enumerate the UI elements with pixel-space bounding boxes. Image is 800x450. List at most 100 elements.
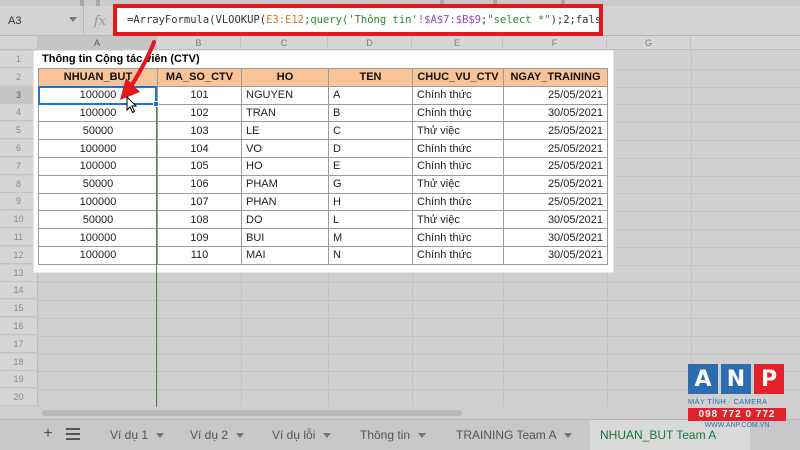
table-cell[interactable]: 107	[157, 192, 242, 212]
row-header[interactable]: 4	[0, 104, 38, 122]
table-cell[interactable]: 25/05/2021	[503, 139, 608, 158]
table-cell[interactable]: Thử việc	[412, 121, 504, 141]
row-header[interactable]: 3	[0, 86, 38, 104]
column-header-c[interactable]: C	[241, 36, 328, 50]
row-header[interactable]: 12	[0, 246, 38, 264]
table-cell[interactable]: 25/05/2021	[503, 121, 608, 141]
row-header[interactable]: 16	[0, 318, 38, 335]
column-header-g[interactable]: G	[607, 36, 691, 50]
header-cell[interactable]: TEN	[328, 68, 413, 87]
table-cell[interactable]: NGUYEN	[241, 85, 329, 105]
table-cell[interactable]: Chính thức	[412, 156, 504, 176]
row-header[interactable]: 9	[0, 193, 38, 211]
table-cell[interactable]: 25/05/2021	[503, 192, 608, 212]
chevron-down-icon[interactable]	[323, 432, 332, 438]
row-header[interactable]: 20	[0, 389, 38, 407]
row-header[interactable]: 13	[0, 264, 38, 282]
table-cell[interactable]: A	[328, 85, 413, 105]
table-cell[interactable]: 100000	[38, 156, 158, 176]
scrollbar-thumb[interactable]	[42, 410, 462, 416]
table-cell[interactable]: 100000	[38, 228, 158, 247]
table-cell[interactable]: 50000	[38, 210, 158, 230]
table-cell[interactable]: 104	[157, 139, 242, 158]
sheet-tab[interactable]: Ví dụ 2	[180, 420, 254, 450]
table-cell[interactable]: C	[328, 121, 413, 141]
table-cell[interactable]: 25/05/2021	[503, 174, 608, 194]
table-cell[interactable]: D	[328, 139, 413, 158]
table-cell[interactable]: 100000	[38, 103, 158, 123]
row-header[interactable]: 2	[0, 68, 38, 86]
name-box[interactable]: A3	[0, 6, 84, 36]
table-cell[interactable]: L	[328, 210, 413, 230]
table-cell[interactable]: 30/05/2021	[503, 103, 608, 123]
corner-select-all[interactable]	[0, 36, 38, 50]
table-cell[interactable]: Chính thức	[412, 103, 504, 123]
table-cell[interactable]: Chính thức	[412, 228, 504, 247]
row-header[interactable]: 1	[0, 51, 38, 68]
table-cell[interactable]: 25/05/2021	[503, 156, 608, 176]
formula-input[interactable]: =ArrayFormula(VLOOKUP(E3:E12 ;query('Thôn…	[113, 4, 603, 36]
chevron-down-icon[interactable]	[236, 432, 245, 438]
table-cell[interactable]: 102	[157, 103, 242, 123]
table-cell[interactable]: Thử việc	[412, 174, 504, 194]
row-header[interactable]: 8	[0, 175, 38, 193]
table-cell[interactable]: Thử việc	[412, 210, 504, 230]
table-cell[interactable]: Chính thức	[412, 192, 504, 212]
column-header-d[interactable]: D	[328, 36, 412, 50]
row-header[interactable]: 17	[0, 335, 38, 353]
row-header[interactable]: 15	[0, 300, 38, 318]
table-cell[interactable]: 105	[157, 156, 242, 176]
all-sheets-icon[interactable]	[66, 428, 80, 440]
column-header-e[interactable]: E	[412, 36, 503, 50]
table-cell[interactable]: 100000	[38, 245, 158, 265]
table-cell[interactable]: PHAN	[241, 192, 329, 212]
column-header-f[interactable]: F	[503, 36, 607, 50]
table-cell[interactable]: 50000	[38, 121, 158, 141]
table-cell[interactable]: N	[328, 245, 413, 265]
table-cell[interactable]: 50000	[38, 174, 158, 194]
sheet-tab[interactable]: TRAINING Team A	[446, 420, 582, 450]
table-cell[interactable]: 25/05/2021	[503, 85, 608, 105]
header-cell[interactable]: NGAY_TRAINING	[503, 68, 608, 87]
table-cell[interactable]: VO	[241, 139, 329, 158]
row-header[interactable]: 10	[0, 211, 38, 229]
row-header[interactable]: 7	[0, 157, 38, 175]
table-cell[interactable]: 100000	[38, 139, 158, 158]
table-cell[interactable]: PHAM	[241, 174, 329, 194]
table-cell[interactable]: M	[328, 228, 413, 247]
row-header[interactable]: 19	[0, 371, 38, 389]
header-cell[interactable]: HO	[241, 68, 329, 87]
table-cell[interactable]: 30/05/2021	[503, 210, 608, 230]
table-cell[interactable]: E	[328, 156, 413, 176]
row-header[interactable]: 5	[0, 122, 38, 140]
column-header-h[interactable]	[691, 36, 800, 50]
row-header[interactable]: 14	[0, 282, 38, 300]
table-cell[interactable]: 108	[157, 210, 242, 230]
table-cell[interactable]: 109	[157, 228, 242, 247]
table-cell[interactable]: HO	[241, 156, 329, 176]
table-cell[interactable]: TRAN	[241, 103, 329, 123]
table-cell[interactable]: Chính thức	[412, 85, 504, 105]
table-cell[interactable]: Chính thức	[412, 245, 504, 265]
row-header[interactable]: 11	[0, 229, 38, 246]
table-cell[interactable]: LE	[241, 121, 329, 141]
table-cell[interactable]: G	[328, 174, 413, 194]
horizontal-scrollbar[interactable]	[38, 407, 800, 419]
table-cell[interactable]: H	[328, 192, 413, 212]
header-cell[interactable]: CHUC_VU_CTV	[412, 68, 504, 87]
table-cell[interactable]: MAI	[241, 245, 329, 265]
table-cell[interactable]: Chính thức	[412, 139, 504, 158]
sheet-tab[interactable]: Thông tin	[350, 420, 436, 450]
table-cell[interactable]: 110	[157, 245, 242, 265]
table-cell[interactable]: BUI	[241, 228, 329, 247]
sheet-tab[interactable]: Ví dụ lỗi	[262, 420, 341, 450]
chevron-down-icon[interactable]	[69, 17, 77, 22]
chevron-down-icon[interactable]	[418, 432, 427, 438]
row-header[interactable]: 6	[0, 140, 38, 157]
chevron-down-icon[interactable]	[156, 432, 165, 438]
table-cell[interactable]: 30/05/2021	[503, 245, 608, 265]
table-cell[interactable]: 30/05/2021	[503, 228, 608, 247]
table-cell[interactable]: 103	[157, 121, 242, 141]
table-cell[interactable]: 106	[157, 174, 242, 194]
chevron-down-icon[interactable]	[564, 432, 573, 438]
